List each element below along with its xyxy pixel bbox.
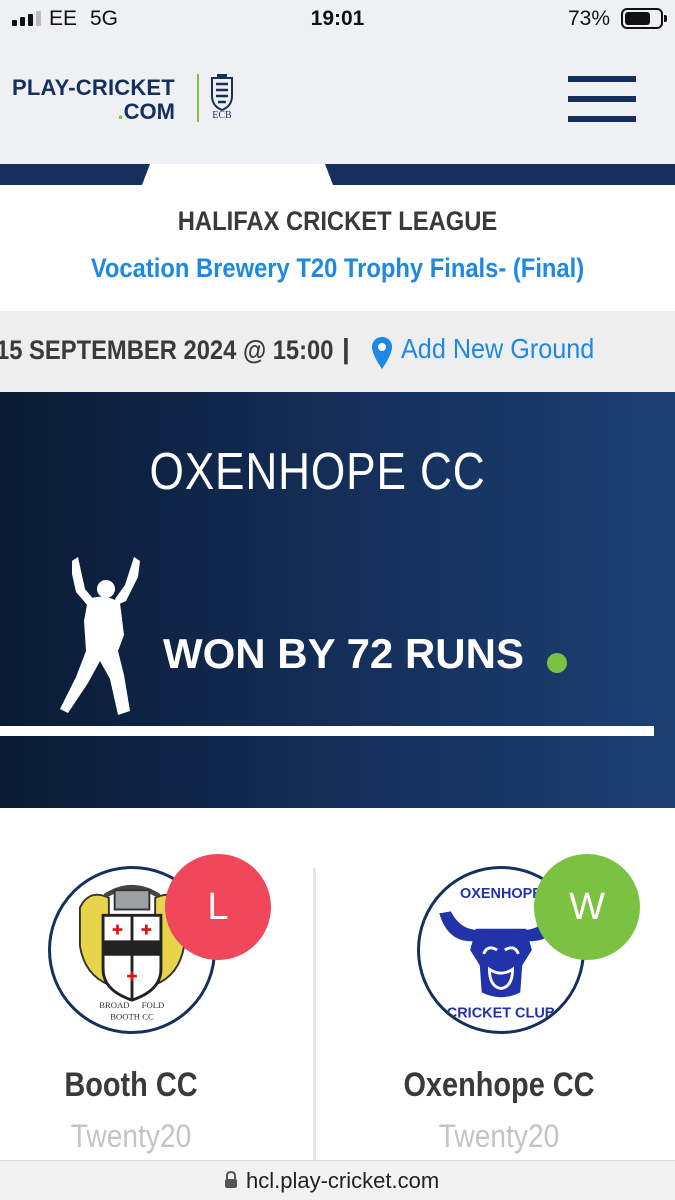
live-indicator-dot [547, 653, 567, 673]
crease-line [0, 726, 654, 736]
svg-text:BROAD: BROAD [99, 1000, 129, 1010]
home-team-format: Twenty20 [70, 1118, 192, 1154]
away-team-format: Twenty20 [438, 1118, 560, 1154]
lock-icon [225, 1171, 237, 1188]
svg-text:✚: ✚ [141, 923, 152, 939]
svg-text:CRICKET CLUB: CRICKET CLUB [447, 1006, 555, 1022]
location-pin-icon[interactable] [371, 336, 393, 370]
home-team-name[interactable]: Booth CC [4, 1066, 259, 1105]
hamburger-menu-button[interactable] [568, 76, 636, 124]
match-info-row: 15 SEPTEMBER 2024 @ 15:00 | Add New Grou… [0, 311, 675, 392]
site-header: PLAY-CRICKET .COM ECB [0, 38, 675, 164]
play-cricket-logo[interactable]: PLAY-CRICKET .COM [12, 76, 175, 124]
svg-text:FOLD: FOLD [142, 1000, 165, 1010]
browser-url-bar[interactable]: hcl.play-cricket.com [0, 1160, 675, 1200]
svg-text:✚: ✚ [112, 923, 123, 939]
hamburger-menu-icon [568, 76, 636, 82]
ecb-label: ECB [212, 110, 232, 121]
league-title: HALIFAX CRICKET LEAGUE [177, 206, 498, 236]
win-badge: W [534, 854, 640, 960]
match-result-page: EE 5G 19:01 73% PLAY-CRICKET .COM ECB HA… [0, 0, 675, 1200]
status-bar: EE 5G 19:01 73% [0, 0, 675, 38]
header-stripe [0, 164, 675, 185]
logo-divider [197, 74, 199, 122]
match-date: 15 SEPTEMBER 2024 @ 15:00 [0, 335, 334, 365]
competition-link[interactable]: Vocation Brewery T20 Trophy Finals- (Fin… [41, 253, 635, 284]
team-divider [313, 868, 316, 1168]
battery-icon [621, 8, 667, 29]
info-separator: | [342, 333, 350, 364]
result-text: WON BY 72 RUNS [163, 630, 524, 677]
add-new-ground-link[interactable]: Add New Ground [401, 333, 594, 365]
loss-badge: L [165, 854, 271, 960]
svg-text:✚: ✚ [126, 969, 137, 985]
winning-team: OXENHOPE CC [149, 443, 486, 501]
teams-section: ✚ ✚ ✚ BROAD FOLD BOOTH CC L Booth CC Twe… [0, 808, 675, 1168]
away-team-name[interactable]: Oxenhope CC [372, 1066, 627, 1105]
result-banner: OXENHOPE CC WON BY 72 RUNS [0, 392, 675, 808]
battery-percent: 73% [568, 7, 611, 30]
svg-text:BOOTH CC: BOOTH CC [110, 1011, 154, 1021]
svg-text:OXENHOPE: OXENHOPE [460, 886, 542, 902]
logo-text-top: PLAY-CRICKET [12, 75, 175, 100]
logo-text-bottom: .COM [117, 99, 175, 124]
bowler-silhouette-icon [60, 557, 140, 715]
url-text[interactable]: hcl.play-cricket.com [246, 1168, 439, 1194]
